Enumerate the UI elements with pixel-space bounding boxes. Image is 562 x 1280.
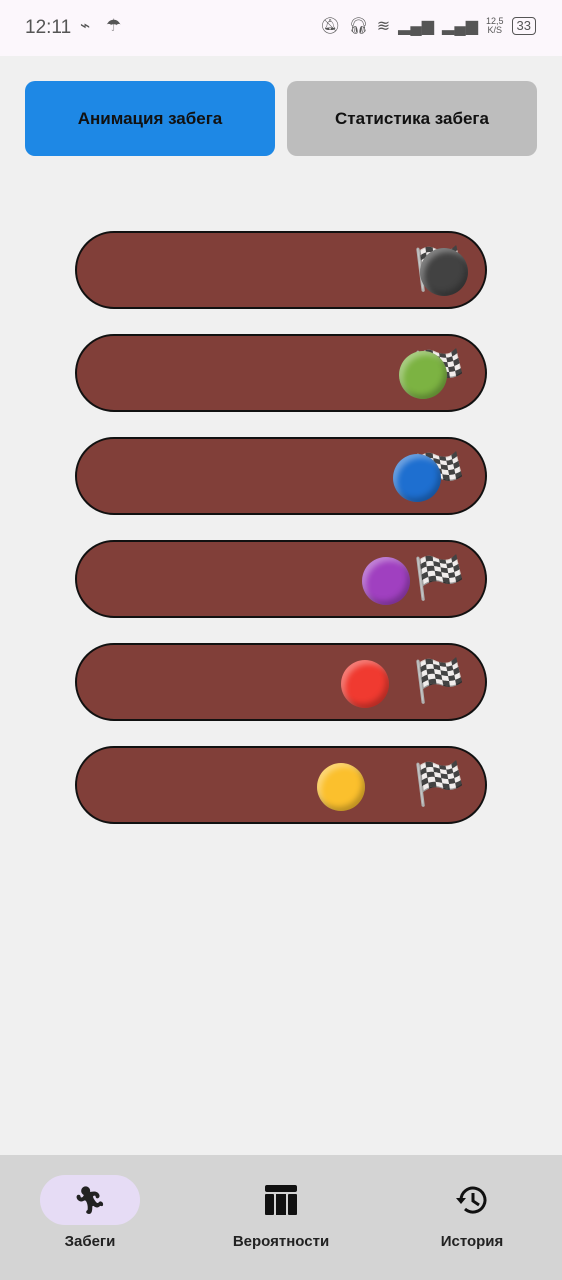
nav-probabilities[interactable]: Вероятности — [211, 1175, 351, 1250]
signal-icon-2: ▂▄▆ — [442, 18, 478, 35]
finish-flag-icon: 🏁 — [413, 554, 466, 601]
runner-ball — [361, 557, 410, 605]
umbrella-icon: ☂ — [106, 16, 122, 35]
battery-indicator: 33 — [511, 17, 536, 35]
race-track: 🏁 — [75, 437, 487, 515]
race-track: 🏁 — [75, 334, 487, 412]
cast-icon: ⌁ — [80, 16, 91, 35]
runner-ball — [341, 660, 390, 708]
race-track: 🏁 — [75, 231, 487, 309]
bell-off-icon: 🔕︎ — [320, 18, 341, 35]
runner-ball — [420, 248, 468, 296]
table-icon — [231, 1175, 331, 1225]
headphones-icon: 🎧︎ — [348, 18, 369, 35]
status-bar: 12:11 ⌁ ☂ 🔕︎ 🎧︎ ≋ ▂▄▆ ▂▄▆ 12,5 K/S 33 — [0, 0, 562, 56]
net-speed: 12,5 K/S — [486, 16, 504, 35]
nav-label: Вероятности — [232, 1233, 330, 1250]
nav-races[interactable]: 🏃︎ Забеги — [20, 1175, 160, 1250]
finish-flag-icon: 🏁 — [413, 657, 466, 704]
finish-flag-icon: 🏁 — [413, 760, 466, 807]
tab-race-animation[interactable]: Анимация забега — [25, 81, 275, 156]
running-icon: 🏃︎ — [40, 1175, 140, 1225]
nav-label: Забеги — [64, 1233, 116, 1250]
bottom-navigation: 🏃︎ Забеги Вероятности История — [0, 1155, 562, 1280]
status-time: 12:11 — [25, 17, 72, 38]
wifi-icon: ≋ — [376, 18, 391, 35]
runner-ball — [392, 454, 441, 502]
race-track: 🏁 — [75, 746, 487, 824]
nav-label: История — [440, 1233, 504, 1250]
tab-race-statistics[interactable]: Статистика забега — [287, 81, 537, 156]
signal-icon: ▂▄▆ — [398, 18, 435, 35]
history-icon — [422, 1175, 522, 1225]
race-track: 🏁 — [75, 540, 487, 618]
runner-ball — [317, 763, 366, 811]
race-track: 🏁 — [75, 643, 487, 721]
nav-history[interactable]: История — [402, 1175, 542, 1250]
